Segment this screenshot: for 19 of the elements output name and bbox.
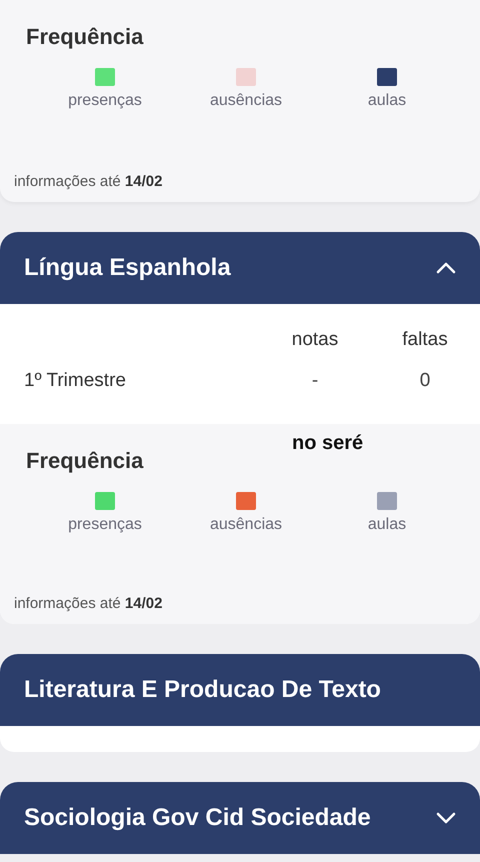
info-text: informações até 14/02: [14, 595, 162, 612]
section-title: Frequência: [26, 24, 144, 50]
subject-header[interactable]: Língua Espanhola: [0, 232, 480, 304]
stat-label: ausências: [210, 92, 282, 110]
section-title: Frequência: [26, 448, 144, 474]
table-cell-text: 0: [418, 370, 432, 392]
overlay-caption: no seré: [292, 432, 364, 455]
stat-label: presenças: [68, 92, 142, 110]
stat-label: aulas: [368, 516, 406, 534]
stat-label: ausências: [210, 516, 282, 534]
info-text: informações até 14/02: [14, 173, 162, 190]
column-header: notas: [290, 329, 340, 351]
stat-label: aulas: [368, 92, 406, 110]
column-header: faltas: [401, 329, 449, 351]
table-cell-text: -: [310, 370, 320, 392]
subject-header[interactable]: Literatura E Producao De Texto: [0, 654, 480, 726]
subject-header[interactable]: Sociologia Gov Cid Sociedade: [0, 782, 480, 854]
period-label: 1º Trimestre: [23, 370, 127, 392]
stat-label: presenças: [68, 516, 142, 534]
